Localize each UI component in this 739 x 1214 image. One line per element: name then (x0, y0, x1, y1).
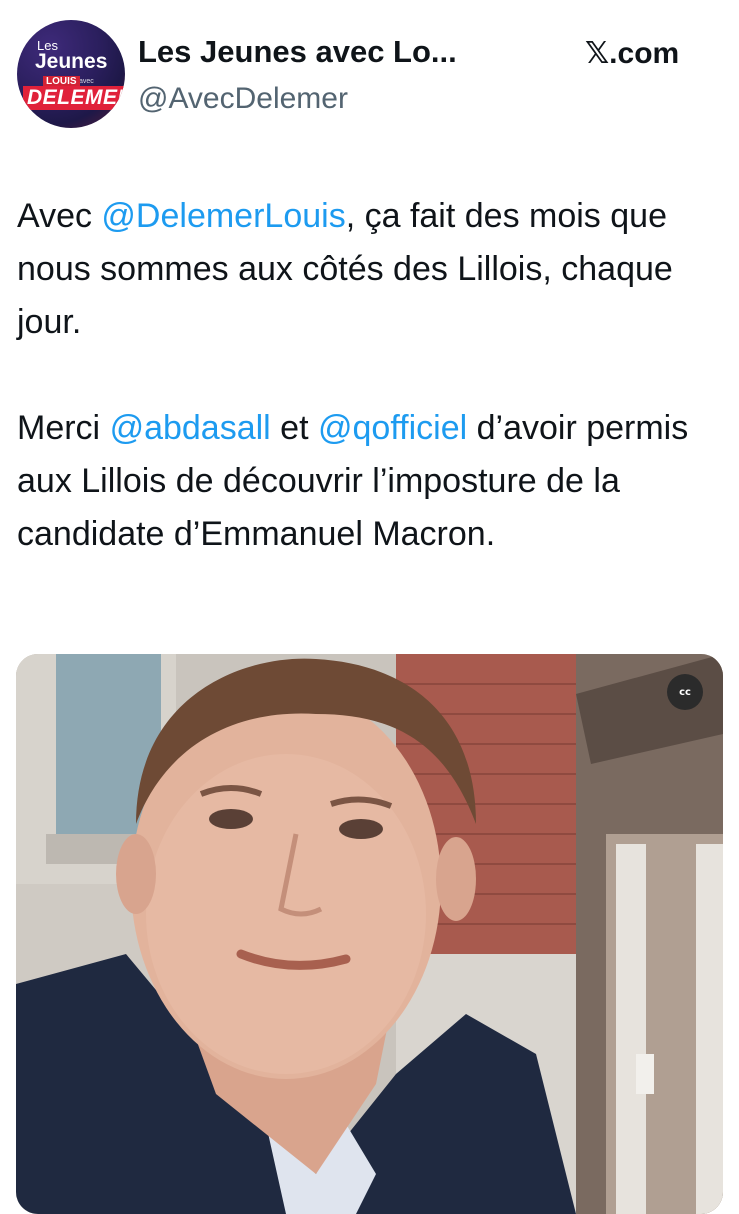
video-thumbnail[interactable]: cc (16, 654, 723, 1214)
x-logo-icon: 𝕏 (585, 36, 610, 71)
avatar[interactable]: Les Jeunes avec LOUIS DELEMER (17, 20, 125, 128)
tweet-text-segment: Merci (17, 409, 110, 447)
tweet-text-segment: et (270, 409, 318, 447)
display-name[interactable]: Les Jeunes avec Lo... (138, 34, 457, 70)
tweet-paragraph-1: Avec @DelemerLouis, ça fait des mois que… (17, 190, 727, 349)
site-suffix: .com (609, 37, 680, 70)
avatar-logo-jeunes: Jeunes (35, 50, 108, 73)
tweet-paragraph-2: Merci @abdasall et @qofficiel d’avoir pe… (17, 402, 727, 561)
mention-link[interactable]: @DelemerLouis (101, 197, 345, 235)
mention-link[interactable]: @qofficiel (318, 409, 467, 447)
mention-link[interactable]: @abdasall (110, 409, 271, 447)
video-frame-image (16, 654, 723, 1214)
source-site-label: 𝕏.com (585, 36, 679, 71)
avatar-logo-avec: avec (79, 78, 94, 85)
account-handle[interactable]: @AvecDelemer (138, 82, 348, 116)
tweet-text-segment: Avec (17, 197, 102, 235)
avatar-logo-delemer: DELEMER (23, 86, 125, 110)
tweet-text: Avec @DelemerLouis, ça fait des mois que… (17, 190, 727, 561)
tweet-header: Les Jeunes avec LOUIS DELEMER Les Jeunes… (0, 0, 739, 160)
closed-captions-icon[interactable]: cc (667, 674, 703, 710)
